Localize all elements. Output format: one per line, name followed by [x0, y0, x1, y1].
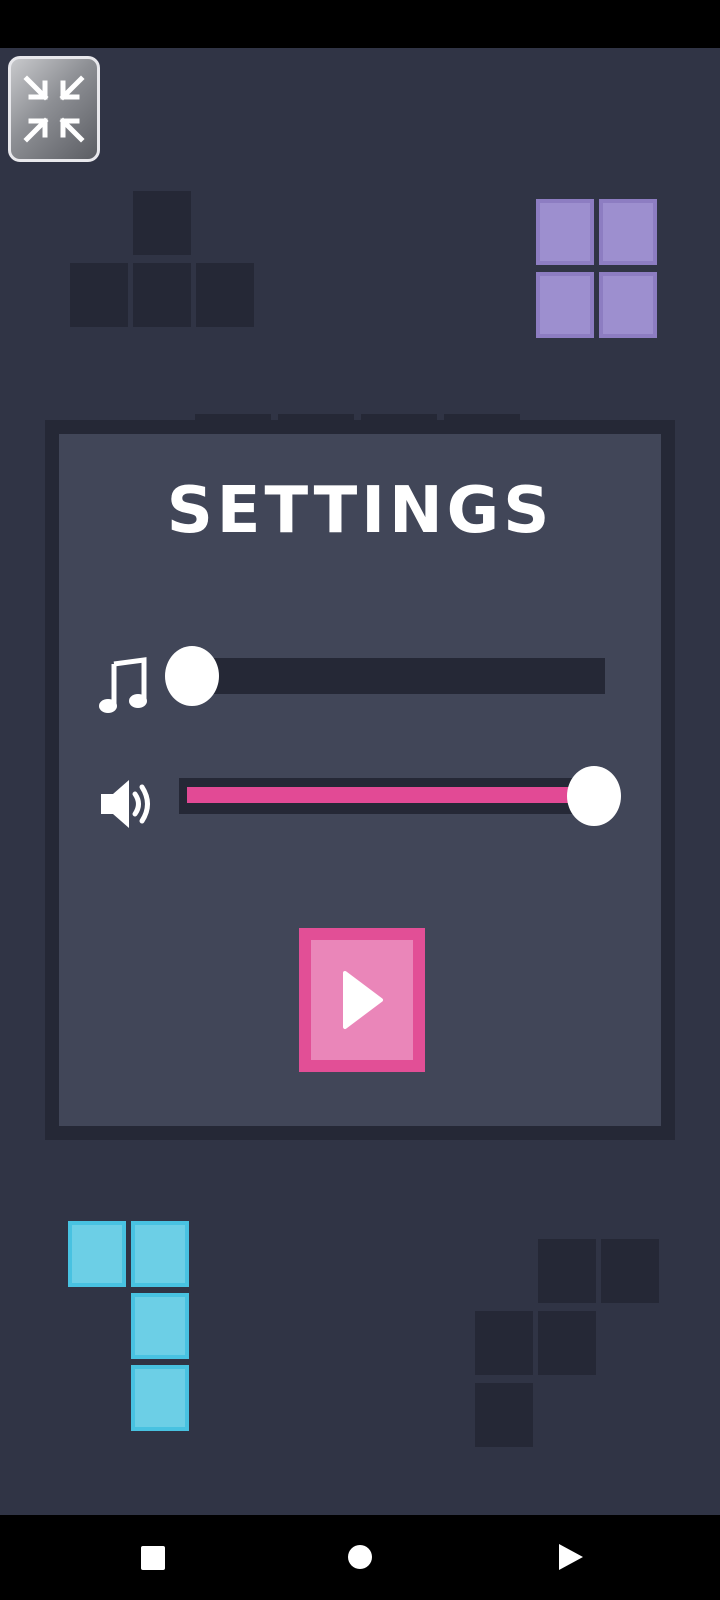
minimize-arrows-icon — [23, 75, 85, 143]
panel-tab — [361, 414, 437, 424]
recents-square-icon[interactable] — [140, 1545, 166, 1575]
minimize-button[interactable] — [8, 56, 100, 162]
panel-tab — [195, 414, 271, 424]
back-triangle-icon[interactable] — [557, 1542, 585, 1576]
play-icon — [343, 971, 383, 1029]
panel-tab — [444, 414, 520, 424]
music-volume-thumb[interactable] — [165, 646, 219, 706]
home-circle-icon[interactable] — [347, 1544, 373, 1574]
panel-tab — [278, 414, 354, 424]
sound-volume-slider[interactable] — [179, 766, 621, 826]
navigation-bar — [0, 1515, 720, 1600]
music-note-icon — [93, 654, 153, 718]
sound-volume-fill — [187, 787, 599, 803]
settings-title: SETTINGS — [166, 474, 554, 548]
music-volume-slider[interactable] — [165, 646, 605, 706]
speaker-icon — [93, 774, 161, 834]
settings-panel: SETTINGS — [45, 414, 675, 1140]
sound-volume-thumb[interactable] — [567, 766, 621, 826]
game-screen: SETTINGS — [0, 48, 720, 1515]
play-button[interactable] — [299, 928, 425, 1072]
